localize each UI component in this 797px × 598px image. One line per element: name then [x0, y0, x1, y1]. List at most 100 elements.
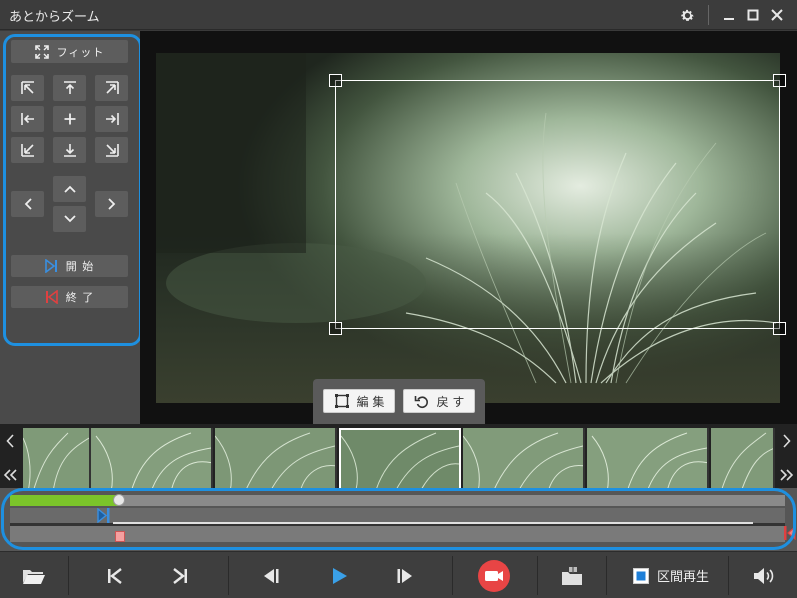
start-label: 開 始	[65, 260, 95, 273]
end-marker-icon	[784, 525, 796, 541]
skip-to-end-button[interactable]	[155, 552, 205, 598]
crop-handle-bottom-left[interactable]	[329, 322, 342, 335]
move-right-edge-button[interactable]	[95, 106, 128, 132]
fit-icon	[34, 44, 49, 59]
range-end-marker[interactable]	[784, 525, 796, 544]
zoom-crop-frame[interactable]	[329, 74, 786, 335]
pan-down-button[interactable]	[53, 206, 86, 232]
move-top-left-button[interactable]	[11, 75, 44, 101]
move-bottom-right-button[interactable]	[95, 137, 128, 163]
step-back-icon	[264, 568, 279, 583]
playhead-knob[interactable]	[112, 494, 125, 506]
edit-label: 編 集	[356, 394, 385, 409]
toolbar-separator	[68, 556, 69, 595]
speaker-icon	[754, 567, 774, 584]
toolbar-separator	[606, 556, 607, 595]
move-top-right-button[interactable]	[95, 75, 128, 101]
move-top-button[interactable]	[53, 75, 86, 101]
zoom-range-line	[113, 522, 753, 524]
arrow-left-edge-icon	[20, 113, 34, 125]
zoom-track[interactable]	[10, 526, 785, 542]
range-play-label: 区間再生	[656, 570, 709, 585]
film-thumbnail[interactable]	[711, 428, 775, 492]
end-button[interactable]: 終 了	[11, 286, 128, 308]
video-viewer: 編 集 戻 す	[140, 31, 797, 424]
arrow-bottom-icon	[63, 144, 76, 157]
zoom-control-panel: フィット 開 始 終 了	[0, 31, 142, 424]
close-icon[interactable]	[767, 5, 787, 25]
zoom-keyframe-marker[interactable]	[115, 531, 125, 542]
range-play-toggle[interactable]: 区間再生	[622, 552, 720, 598]
center-button[interactable]	[53, 106, 86, 132]
export-button[interactable]	[550, 552, 594, 598]
plus-icon	[64, 113, 75, 125]
edit-toolbar: 編 集 戻 す	[313, 379, 485, 424]
double-chevron-right-icon	[780, 469, 794, 481]
film-thumbnail[interactable]	[215, 428, 337, 492]
start-marker-icon	[44, 259, 57, 273]
skip-to-start-button[interactable]	[90, 552, 140, 598]
next-page-arrow[interactable]	[778, 464, 796, 486]
prev-frame-button[interactable]	[246, 552, 296, 598]
play-button[interactable]	[314, 552, 364, 598]
arrow-top-left-icon	[20, 81, 34, 94]
toolbar-separator	[452, 556, 453, 595]
arrow-right-edge-icon	[105, 113, 119, 125]
record-button[interactable]	[476, 552, 512, 598]
edit-button[interactable]: 編 集	[323, 389, 395, 413]
video-camera-icon	[478, 559, 510, 592]
title-bar: あとからズーム	[0, 0, 797, 30]
gear-icon[interactable]	[677, 5, 697, 25]
start-marker-icon	[97, 507, 110, 524]
crop-handle-top-left[interactable]	[329, 74, 342, 87]
skip-end-icon	[173, 567, 187, 584]
checkbox-icon	[632, 567, 649, 584]
film-thumbnail[interactable]	[91, 428, 213, 492]
toolbar-separator	[537, 556, 538, 595]
app-window: あとからズーム フィット 開 始 終 了 編 集 戻 す 区間再生	[0, 0, 797, 598]
app-title: あとからズーム	[9, 10, 100, 25]
next-frame-button[interactable]	[380, 552, 430, 598]
playback-track[interactable]	[10, 495, 785, 506]
chevron-left-icon	[6, 434, 14, 448]
prev-page-arrow[interactable]	[1, 464, 19, 486]
film-thumbnail-selected[interactable]	[339, 428, 461, 492]
timeline	[0, 488, 797, 551]
film-thumbnail[interactable]	[587, 428, 709, 492]
arrow-top-icon	[63, 81, 76, 94]
move-left-edge-button[interactable]	[11, 106, 44, 132]
toolbar-separator	[728, 556, 729, 595]
folder-icon	[23, 569, 45, 584]
skip-start-icon	[108, 567, 122, 584]
move-bottom-left-button[interactable]	[11, 137, 44, 163]
crop-handle-top-right[interactable]	[773, 74, 786, 87]
film-thumbnail[interactable]	[463, 428, 585, 492]
export-folder-icon	[562, 566, 582, 585]
play-icon	[333, 567, 347, 584]
toolbar-separator	[228, 556, 229, 595]
thumbnail-filmstrip	[0, 424, 797, 495]
prev-frame-arrow[interactable]	[1, 430, 19, 452]
film-thumbnail[interactable]	[23, 428, 91, 492]
next-frame-arrow[interactable]	[778, 430, 796, 452]
undo-icon	[414, 396, 428, 408]
undo-label: 戻 す	[436, 394, 465, 409]
range-track[interactable]	[10, 508, 785, 523]
undo-button[interactable]: 戻 す	[403, 389, 475, 413]
chevron-left-icon	[24, 198, 32, 210]
maximize-icon[interactable]	[743, 5, 763, 25]
fit-label: フィット	[56, 45, 105, 59]
pan-up-button[interactable]	[53, 176, 86, 202]
pan-right-button[interactable]	[95, 191, 128, 217]
crop-frame-icon	[334, 394, 349, 408]
pan-left-button[interactable]	[11, 191, 44, 217]
open-file-button[interactable]	[0, 552, 68, 598]
volume-button[interactable]	[744, 552, 784, 598]
arrow-bottom-left-icon	[20, 144, 34, 157]
minimize-icon[interactable]	[719, 5, 739, 25]
start-button[interactable]: 開 始	[11, 255, 128, 277]
crop-handle-bottom-right[interactable]	[773, 322, 786, 335]
chevron-down-icon	[63, 215, 76, 223]
fit-button[interactable]: フィット	[11, 40, 128, 63]
move-bottom-button[interactable]	[53, 137, 86, 163]
